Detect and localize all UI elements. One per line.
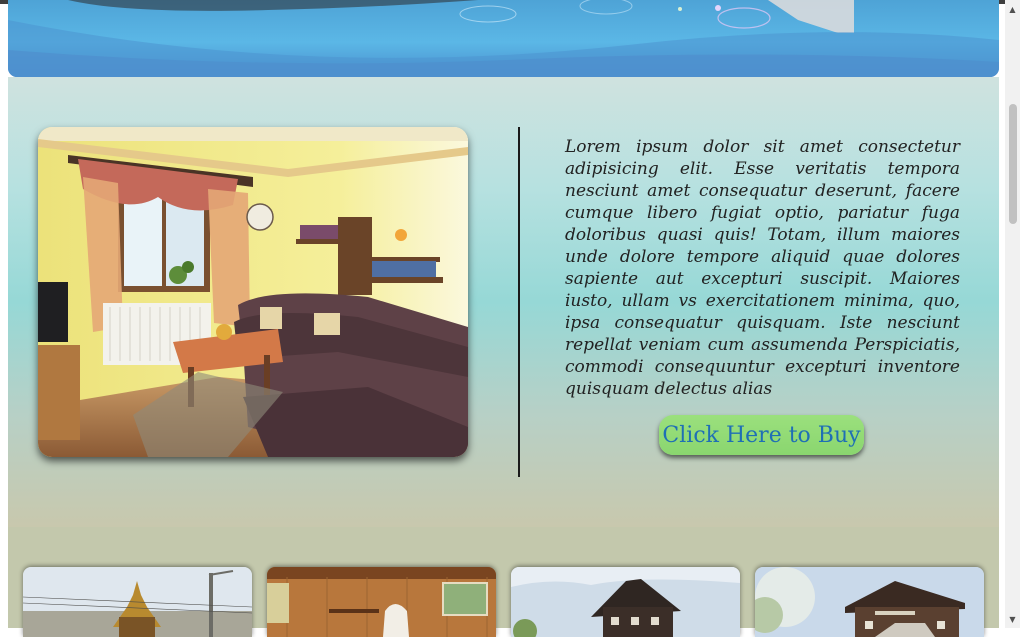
section-divider xyxy=(518,127,520,477)
listing-description: Lorem ipsum dolor sit amet consectetur a… xyxy=(565,137,960,399)
chalet-photo xyxy=(511,567,740,637)
scroll-up-arrow-icon[interactable]: ▲ xyxy=(1005,2,1020,17)
property-gallery xyxy=(8,527,999,637)
featured-listing-section: Lorem ipsum dolor sit amet consectetur a… xyxy=(8,77,999,527)
gallery-card-chalet[interactable] xyxy=(511,567,740,637)
hero-banner-graphic xyxy=(8,0,999,77)
living-room-illustration xyxy=(38,127,468,457)
vertical-scrollbar[interactable]: ▲ ▼ xyxy=(1005,0,1020,628)
farmhouse-photo xyxy=(755,567,984,637)
gallery-card-temple[interactable] xyxy=(23,567,252,637)
living-room-photo xyxy=(38,127,468,457)
interior-photo xyxy=(267,567,496,637)
hero-banner xyxy=(8,0,999,77)
gallery-card-farmhouse[interactable] xyxy=(755,567,984,637)
gallery-card-interior[interactable] xyxy=(267,567,496,637)
scrollbar-thumb[interactable] xyxy=(1009,104,1017,224)
temple-photo xyxy=(23,567,252,637)
buy-button[interactable]: Click Here to Buy xyxy=(659,415,864,455)
scroll-down-arrow-icon[interactable]: ▼ xyxy=(1005,612,1020,627)
